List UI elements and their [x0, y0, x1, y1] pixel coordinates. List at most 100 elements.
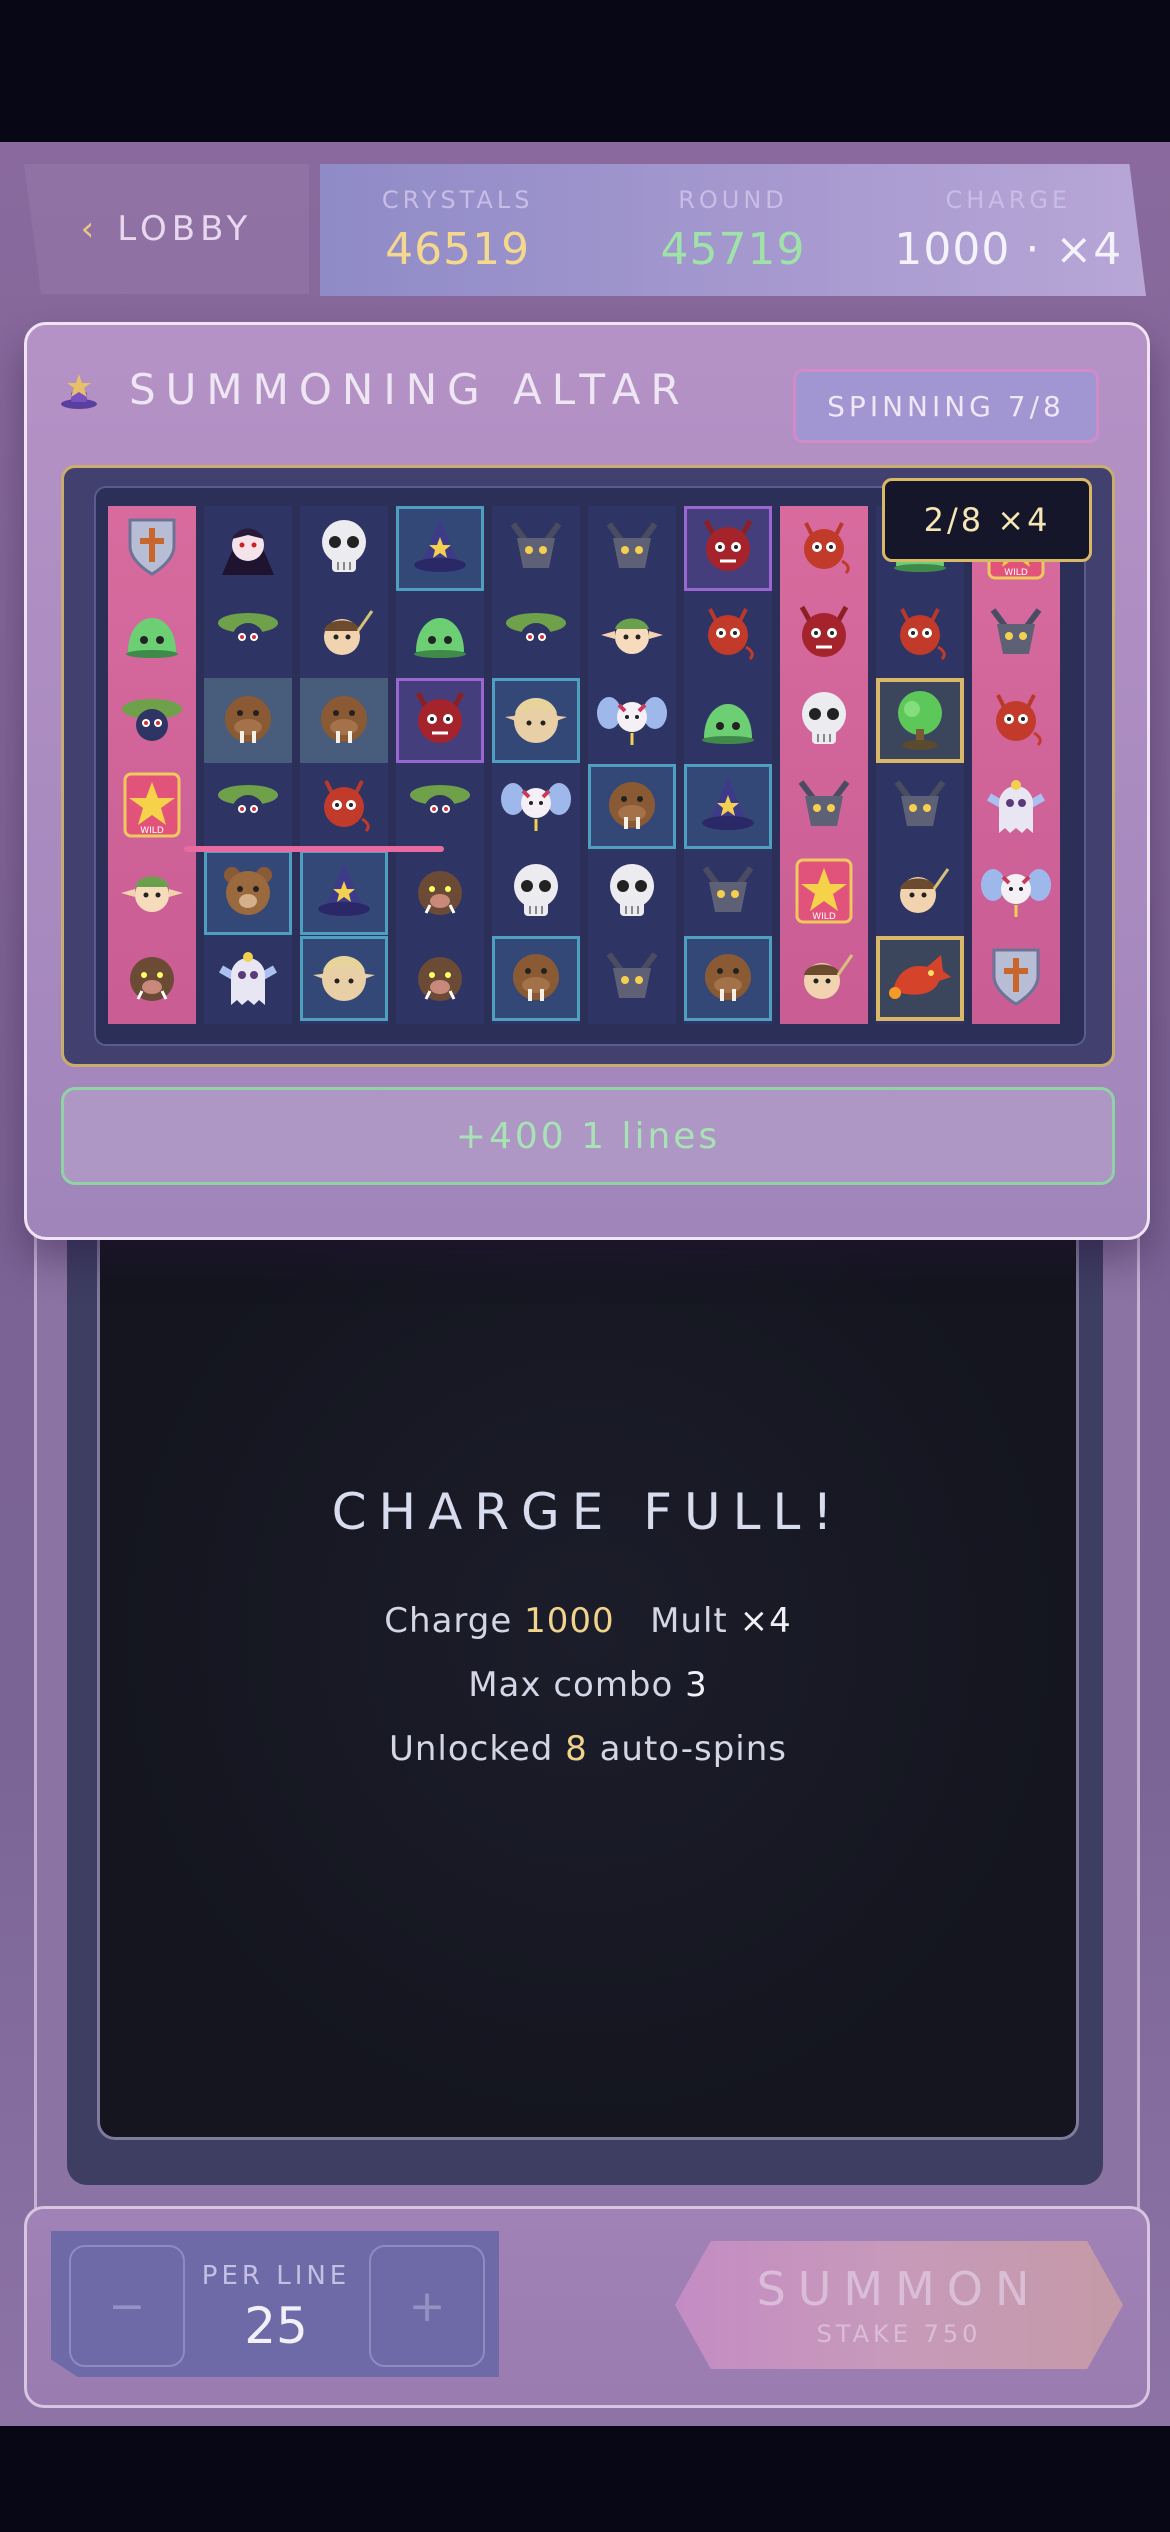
- altar-icon: [57, 368, 101, 412]
- reel-cell: [204, 678, 292, 763]
- wizard-hat-icon: [408, 515, 472, 583]
- round-stat: ROUND 45719: [595, 164, 870, 296]
- slime-icon: [696, 692, 760, 750]
- reel-cell: [588, 850, 676, 935]
- reel-grid: WILD WILD WILD: [94, 486, 1086, 1046]
- reel-cell: [780, 764, 868, 849]
- lobby-label: LOBBY: [117, 209, 253, 249]
- reel-cell: [396, 936, 484, 1021]
- increase-button[interactable]: +: [369, 2245, 485, 2367]
- unlock-prefix: Unlocked: [388, 1729, 554, 1769]
- skull-icon: [794, 688, 854, 754]
- skull-icon: [314, 516, 374, 582]
- reel-column: [204, 506, 292, 1024]
- combo-badge: 2/8 ×4: [882, 478, 1092, 562]
- reel-cell: WILD: [780, 850, 868, 935]
- crystals-label: CRYSTALS: [381, 185, 534, 214]
- stats-bar: CRYSTALS 46519 ROUND 45719 CHARGE 1000 ·…: [320, 164, 1146, 296]
- soldier-icon: [792, 945, 856, 1013]
- reel-column: [492, 506, 580, 1024]
- reel-cell: [876, 850, 964, 935]
- soldier-icon: [888, 859, 952, 927]
- walrus-icon: [696, 945, 760, 1013]
- reel-cell: WILD: [108, 764, 196, 849]
- reel-cell: [300, 764, 388, 849]
- imp-icon: [312, 773, 376, 841]
- shield-icon: [122, 514, 182, 584]
- demon-icon: [696, 515, 760, 583]
- reel-cell: [300, 678, 388, 763]
- reel-cell: [876, 764, 964, 849]
- imp-icon: [984, 687, 1048, 755]
- bottom-controls: − PER LINE 25 + SUMMON STAKE 750: [24, 2206, 1150, 2408]
- ghost-icon: [215, 945, 281, 1013]
- boar-icon: [408, 947, 472, 1011]
- reel-cell: [780, 592, 868, 677]
- gargoyle-icon: [793, 774, 855, 840]
- reel-cell: [684, 850, 772, 935]
- summon-button[interactable]: SUMMON STAKE 750: [675, 2241, 1123, 2369]
- reel-cell: [108, 936, 196, 1021]
- reel-cell: [396, 850, 484, 935]
- reel-cell: [396, 506, 484, 591]
- reel-cell: [588, 506, 676, 591]
- reel-cell: [972, 764, 1060, 849]
- charge-value: 1000 · ×4: [894, 223, 1123, 275]
- imp-icon: [888, 601, 952, 669]
- gargoyle-icon: [601, 516, 663, 582]
- charge-summary-value: 1000: [524, 1601, 615, 1641]
- wild-star-icon: WILD: [793, 856, 855, 930]
- reel-cell: [492, 678, 580, 763]
- combo-summary-label: Max combo: [468, 1665, 674, 1705]
- unlock-suffix: auto-spins: [599, 1729, 788, 1769]
- skull-icon: [506, 860, 566, 926]
- summoning-altar-panel: SUMMONING ALTAR SPINNING 7/8 WILD WILD WIL…: [24, 322, 1150, 1240]
- per-line-value: 25: [244, 2297, 308, 2355]
- decrease-button[interactable]: −: [69, 2245, 185, 2367]
- round-label: ROUND: [678, 185, 788, 214]
- reel-column: [684, 506, 772, 1024]
- reel-cell: [492, 764, 580, 849]
- slime-icon: [408, 606, 472, 664]
- altar-header: SUMMONING ALTAR: [57, 365, 690, 414]
- reel-cell: [588, 936, 676, 1021]
- reel-cell: [204, 506, 292, 591]
- reel-cell: [972, 850, 1060, 935]
- svg-text:WILD: WILD: [812, 912, 836, 922]
- crystals-value: 46519: [385, 223, 531, 275]
- reel-cell: [300, 506, 388, 591]
- wild-star-icon: WILD: [121, 770, 183, 844]
- tree-icon: [888, 685, 952, 757]
- lobby-button[interactable]: ‹ LOBBY: [24, 164, 309, 294]
- reel-cell: [588, 678, 676, 763]
- goblin-icon: [406, 773, 474, 841]
- walrus-icon: [600, 773, 664, 841]
- dragon-icon: [885, 947, 955, 1011]
- elf-face-icon: [309, 945, 379, 1013]
- reel-cell: [396, 678, 484, 763]
- reel-column: [588, 506, 676, 1024]
- gargoyle-icon: [601, 946, 663, 1012]
- reel-cell: [300, 936, 388, 1021]
- walrus-icon: [504, 945, 568, 1013]
- fairy-icon: [981, 859, 1051, 927]
- reel-cell: [300, 850, 388, 935]
- reel-cell: [876, 678, 964, 763]
- reel-cell: [492, 850, 580, 935]
- reel-cell: [684, 678, 772, 763]
- win-bar: +400 1 lines: [61, 1087, 1115, 1185]
- slime-icon: [120, 606, 184, 664]
- result-screen: CHARGE FULL! Charge 1000 Mult ×4 Max com…: [97, 1225, 1079, 2140]
- reel-cell: [108, 850, 196, 935]
- per-line-control: − PER LINE 25 +: [51, 2231, 499, 2377]
- altar-title: SUMMONING ALTAR: [129, 365, 690, 414]
- boar-icon: [408, 861, 472, 925]
- svg-text:WILD: WILD: [140, 826, 164, 836]
- walrus-icon: [312, 687, 376, 755]
- boar-icon: [120, 947, 184, 1011]
- reel-column: WILD: [780, 506, 868, 1024]
- game-stage: ‹ LOBBY CRYSTALS 46519 ROUND 45719 CHARG…: [0, 142, 1170, 2426]
- reel-cell: [876, 592, 964, 677]
- gargoyle-icon: [505, 516, 567, 582]
- reel-cell: [972, 592, 1060, 677]
